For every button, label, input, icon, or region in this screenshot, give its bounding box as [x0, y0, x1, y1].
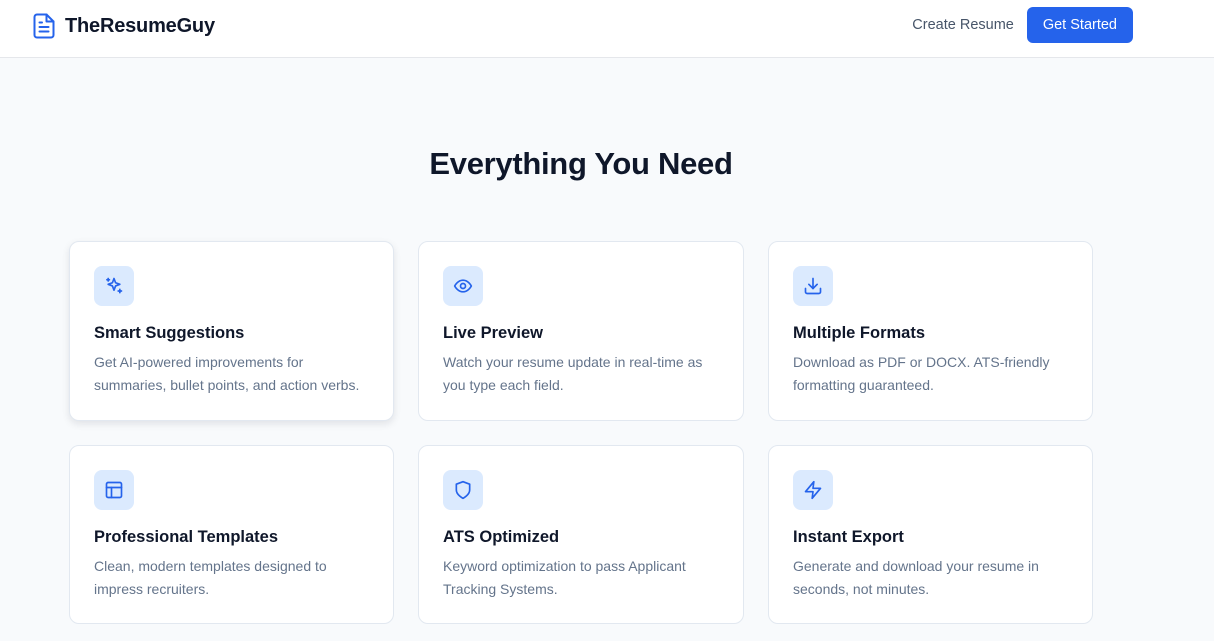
feature-title: Live Preview	[443, 324, 543, 342]
eye-icon	[443, 266, 483, 306]
file-text-icon	[32, 13, 56, 39]
feature-title: Smart Suggestions	[94, 324, 245, 342]
feature-description: Watch your resume update in real-time as…	[443, 354, 703, 393]
features-grid: Smart Suggestions Get AI-powered improve…	[69, 241, 1093, 624]
feature-title: Multiple Formats	[793, 324, 926, 342]
feature-card-live-preview: Live Preview Watch your resume update in…	[418, 241, 744, 421]
feature-card-multiple-formats: Multiple Formats Download as PDF or DOCX…	[768, 241, 1093, 421]
feature-title: Instant Export	[793, 528, 904, 546]
feature-card-instant-export: Instant Export Generate and download you…	[768, 445, 1093, 624]
feature-title: ATS Optimized	[443, 528, 560, 546]
feature-card-smart-suggestions: Smart Suggestions Get AI-powered improve…	[69, 241, 394, 421]
feature-description: Clean, modern templates designed to impr…	[94, 558, 327, 597]
layout-icon	[94, 470, 134, 510]
nav-actions: Create Resume Get Started	[912, 7, 1133, 43]
feature-description: Get AI-powered improvements for summarie…	[94, 354, 360, 393]
shield-icon	[443, 470, 483, 510]
download-icon	[793, 266, 833, 306]
brand-logo-link[interactable]: TheResumeGuy	[32, 12, 215, 40]
feature-title: Professional Templates	[94, 528, 279, 546]
feature-description: Download as PDF or DOCX. ATS-friendly fo…	[793, 354, 1050, 393]
feature-description: Generate and download your resume in sec…	[793, 558, 1039, 597]
get-started-button[interactable]: Get Started	[1026, 7, 1133, 43]
create-resume-link[interactable]: Create Resume	[912, 17, 1014, 33]
section-title: Everything You Need	[429, 146, 733, 181]
sparkles-icon	[94, 266, 134, 306]
navbar: TheResumeGuy Create Resume Get Started	[0, 0, 1214, 58]
feature-card-ats-optimized: ATS Optimized Keyword optimization to pa…	[418, 445, 744, 624]
feature-card-professional-templates: Professional Templates Clean, modern tem…	[69, 445, 394, 624]
brand-name: TheResumeGuy	[65, 14, 215, 37]
zap-icon	[793, 470, 833, 510]
feature-description: Keyword optimization to pass Applicant T…	[443, 558, 686, 597]
